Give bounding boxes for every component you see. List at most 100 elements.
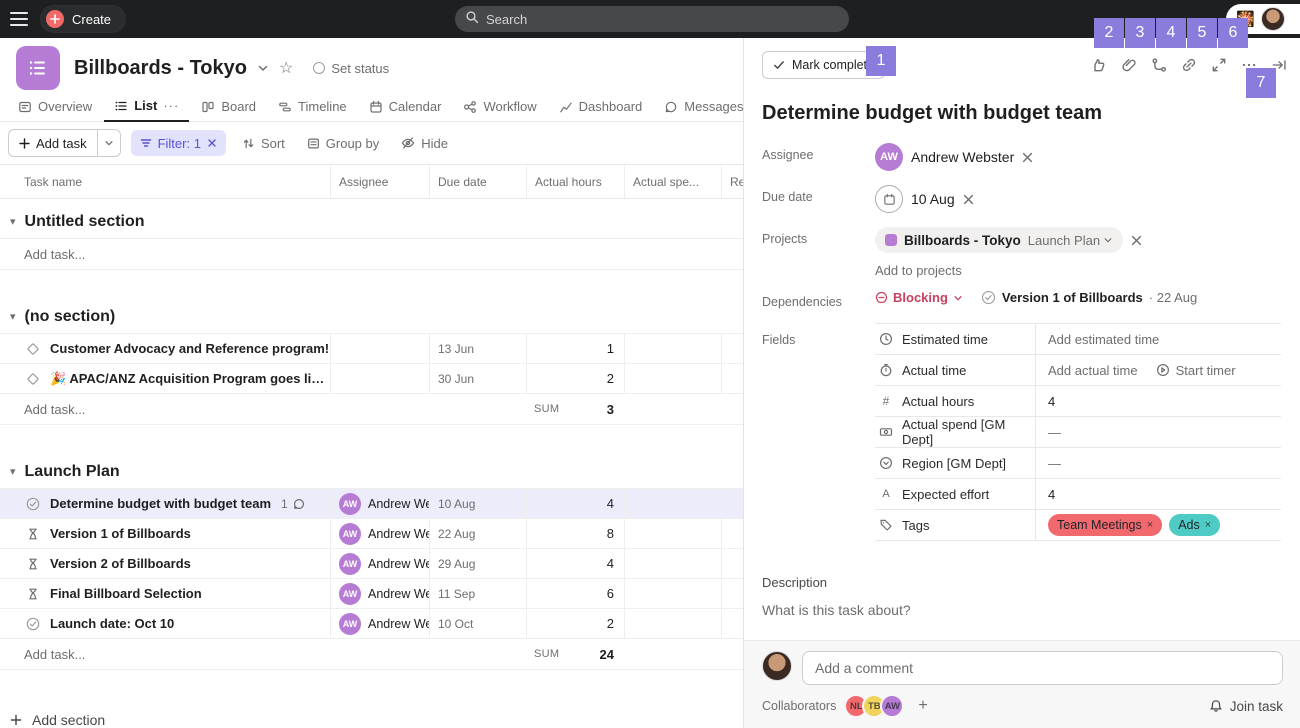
field-label[interactable]: Actual spend [GM Dept] <box>875 417 1035 447</box>
create-button[interactable]: Create <box>40 5 126 33</box>
tab-more-icon[interactable]: ··· <box>163 98 179 113</box>
due-date-cell[interactable]: 30 Jun <box>429 364 526 393</box>
field-label[interactable]: Estimated time <box>875 332 1035 347</box>
tab-calendar[interactable]: Calendar <box>359 99 452 121</box>
task-row[interactable]: Determine budget with budget team1 AWAnd… <box>0 489 743 519</box>
tab-dashboard[interactable]: Dashboard <box>549 99 653 121</box>
actual-hours-cell[interactable]: 2 <box>526 609 624 638</box>
actual-hours-cell[interactable]: 4 <box>526 489 624 518</box>
task-name[interactable]: Version 2 of Billboards <box>50 556 191 571</box>
remove-due-date-icon[interactable] <box>963 194 974 205</box>
milestone-icon[interactable] <box>26 372 40 386</box>
field-label[interactable]: AExpected effort <box>875 487 1035 502</box>
assignee-name[interactable]: Andrew Webster <box>911 149 1014 165</box>
task-name[interactable]: 🎉 APAC/ANZ Acquisition Program goes live… <box>50 371 330 387</box>
section-collapse-caret[interactable]: ▾ <box>10 310 16 323</box>
assignee-cell[interactable]: AWAndrew We... <box>330 579 429 608</box>
section-header[interactable]: ▾Launch Plan <box>0 449 743 489</box>
region-cell[interactable] <box>721 579 743 608</box>
attach-icon[interactable] <box>1119 55 1139 75</box>
task-name[interactable]: Launch date: Oct 10 <box>50 616 174 631</box>
due-date-cell[interactable]: 29 Aug <box>429 549 526 578</box>
task-row[interactable]: Launch date: Oct 10 AWAndrew We... 10 Oc… <box>0 609 743 639</box>
collaborator-avatar[interactable]: AW <box>880 694 904 718</box>
assignee-cell[interactable] <box>330 334 429 363</box>
add-to-projects-link[interactable]: Add to projects <box>875 263 1281 278</box>
project-pill-name[interactable]: Billboards - Tokyo <box>904 233 1021 248</box>
sort-button[interactable]: Sort <box>236 136 291 151</box>
milestone-icon[interactable] <box>26 342 40 356</box>
complete-task-icon[interactable] <box>26 497 40 511</box>
due-date-text[interactable]: 10 Aug <box>911 191 955 207</box>
filter-pill[interactable]: Filter: 1 <box>131 130 226 156</box>
column-header-due[interactable]: Due date <box>429 165 526 198</box>
dependency-waiting-icon[interactable] <box>26 587 40 601</box>
actual-hours-cell[interactable]: 1 <box>526 334 624 363</box>
project-section-select[interactable]: Launch Plan <box>1028 233 1113 248</box>
assignee-cell[interactable]: AWAndrew We... <box>330 489 429 518</box>
field-value[interactable]: 4 <box>1035 386 1281 416</box>
dependency-task-link[interactable]: Version 1 of Billboards · 22 Aug <box>981 290 1197 305</box>
tab-messages[interactable]: Messages <box>654 99 753 121</box>
add-task-row[interactable]: Add task... SUM24 <box>0 639 743 670</box>
like-icon[interactable] <box>1089 55 1109 75</box>
user-avatar[interactable] <box>1261 7 1285 31</box>
field-label[interactable]: Actual time <box>875 363 1035 378</box>
favorite-star-icon[interactable]: ☆ <box>279 58 293 78</box>
region-cell[interactable] <box>721 549 743 578</box>
group-by-button[interactable]: Group by <box>301 136 385 151</box>
region-cell[interactable] <box>721 334 743 363</box>
actual-spend-cell[interactable] <box>624 609 721 638</box>
actual-spend-cell[interactable] <box>624 519 721 548</box>
description-input[interactable]: What is this task about? <box>762 602 1281 618</box>
actual-spend-cell[interactable] <box>624 334 721 363</box>
remove-project-icon[interactable] <box>1131 235 1142 246</box>
search-input[interactable]: Search <box>455 6 849 32</box>
join-task-button[interactable]: Join task <box>1209 699 1283 714</box>
add-task-dropdown-button[interactable] <box>97 129 121 157</box>
tab-list[interactable]: List··· <box>104 98 189 122</box>
region-cell[interactable] <box>721 489 743 518</box>
remove-tag-icon[interactable]: × <box>1147 519 1153 531</box>
actual-hours-cell[interactable]: 2 <box>526 364 624 393</box>
tag-pill[interactable]: Ads × <box>1169 514 1220 536</box>
assignee-cell[interactable]: AWAndrew We... <box>330 609 429 638</box>
field-label[interactable]: Tags <box>875 518 1035 533</box>
section-header[interactable]: ▾Untitled section <box>0 199 743 239</box>
task-name[interactable]: Version 1 of Billboards <box>50 526 191 541</box>
actual-hours-cell[interactable]: 8 <box>526 519 624 548</box>
section-collapse-caret[interactable]: ▾ <box>10 465 16 478</box>
task-row[interactable]: Version 1 of Billboards AWAndrew We... 2… <box>0 519 743 549</box>
assignee-value[interactable]: AW Andrew Webster <box>875 143 1033 171</box>
task-row[interactable]: Customer Advocacy and Reference program!… <box>0 334 743 364</box>
field-value[interactable]: — <box>1035 448 1281 478</box>
field-value-tags[interactable]: Team Meetings × Ads × <box>1035 510 1281 540</box>
subtask-icon[interactable] <box>1149 55 1169 75</box>
hide-button[interactable]: Hide <box>395 136 454 151</box>
remove-tag-icon[interactable]: × <box>1205 519 1211 531</box>
add-collaborator-button[interactable]: + <box>918 697 927 715</box>
due-date-value[interactable]: 10 Aug <box>875 185 974 213</box>
field-label[interactable]: Region [GM Dept] <box>875 456 1035 471</box>
assignee-cell[interactable]: AWAndrew We... <box>330 519 429 548</box>
tab-overview[interactable]: Overview <box>8 99 102 121</box>
column-header-assignee[interactable]: Assignee <box>330 165 429 198</box>
project-menu-chevron-icon[interactable] <box>257 62 269 74</box>
field-value[interactable]: Add estimated time <box>1035 324 1281 354</box>
dependency-waiting-icon[interactable] <box>26 527 40 541</box>
task-name[interactable]: Determine budget with budget team <box>50 496 271 511</box>
project-pill[interactable]: Billboards - Tokyo Launch Plan <box>875 227 1123 253</box>
fullscreen-icon[interactable] <box>1209 55 1229 75</box>
field-value[interactable]: — <box>1035 417 1281 447</box>
set-status-button[interactable]: Set status <box>313 61 389 76</box>
actual-hours-cell[interactable]: 6 <box>526 579 624 608</box>
field-value[interactable]: 4 <box>1035 479 1281 509</box>
section-collapse-caret[interactable]: ▾ <box>10 215 16 228</box>
add-task-button[interactable]: Add task <box>8 129 97 157</box>
due-date-cell[interactable]: 11 Sep <box>429 579 526 608</box>
dependency-type-select[interactable]: Blocking <box>875 290 963 305</box>
region-cell[interactable] <box>721 519 743 548</box>
task-name[interactable]: Final Billboard Selection <box>50 586 202 601</box>
actual-spend-cell[interactable] <box>624 549 721 578</box>
tag-pill[interactable]: Team Meetings × <box>1048 514 1162 536</box>
